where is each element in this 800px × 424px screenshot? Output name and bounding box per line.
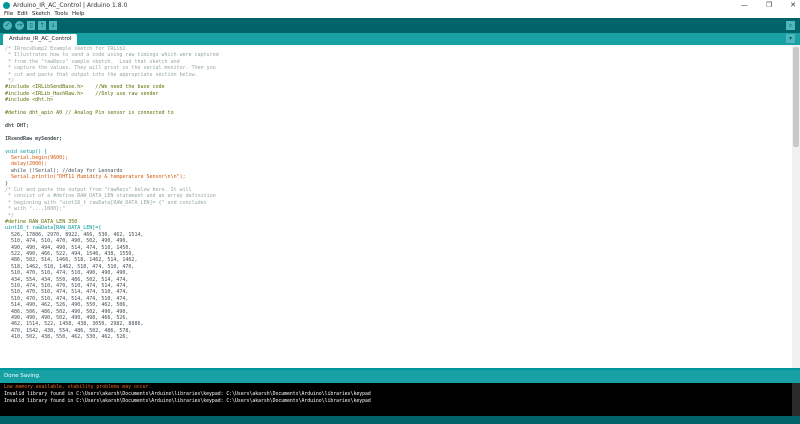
maximize-button[interactable]: ❐	[766, 1, 772, 9]
toolbar: ✓ → ▯ ↑ ↓	[0, 18, 800, 33]
new-sketch-button[interactable]: ▯	[27, 21, 35, 30]
menu-help[interactable]: Help	[72, 11, 85, 17]
verify-button[interactable]: ✓	[3, 21, 12, 30]
window-controls: — ❐ ✕	[741, 0, 796, 10]
code-editor[interactable]: /* IRrecvDump2 Example sketch for IRLib2…	[0, 45, 792, 368]
code-line[interactable]: 410, 502, 438, 550, 462, 530, 462, 526,	[5, 334, 792, 340]
tab-sketch[interactable]: Arduino_IR_AC_Control	[3, 34, 78, 45]
status-text: Done Saving.	[4, 373, 41, 379]
menu-edit[interactable]: Edit	[17, 11, 28, 17]
console-panel[interactable]: Low memory available, stability problems…	[0, 383, 792, 416]
arduino-logo-icon	[3, 1, 10, 9]
console-text: Low memory available, stability problems…	[0, 383, 792, 405]
menu-tools[interactable]: Tools	[54, 11, 68, 17]
serial-monitor-button[interactable]: ⌕	[786, 21, 795, 30]
console-line: Invalid library found in C:\Users\akarsh…	[4, 399, 371, 404]
menu-file[interactable]: File	[4, 11, 13, 17]
editor-scrollbar[interactable]	[792, 45, 800, 368]
console-scrollbar[interactable]	[792, 383, 800, 416]
close-button[interactable]: ✕	[790, 1, 796, 9]
window-title: Arduino_IR_AC_Control | Arduino 1.8.0	[13, 1, 128, 9]
console-line: Invalid library found in C:\Users\akarsh…	[4, 392, 371, 397]
code-text[interactable]: /* IRrecvDump2 Example sketch for IRLib2…	[0, 45, 792, 341]
status-bar: Done Saving.	[0, 370, 800, 383]
editor-scroll-thumb[interactable]	[793, 47, 799, 147]
bottom-bar	[0, 416, 800, 424]
title-bar: Arduino_IR_AC_Control | Arduino 1.8.0 — …	[0, 0, 800, 10]
tab-menu-button[interactable]: ▾	[786, 34, 795, 43]
upload-button[interactable]: →	[15, 21, 24, 30]
open-sketch-button[interactable]: ↑	[38, 21, 46, 30]
menu-bar: File Edit Sketch Tools Help	[0, 10, 800, 18]
tab-bar: Arduino_IR_AC_Control	[0, 33, 800, 45]
minimize-button[interactable]: —	[741, 1, 748, 9]
menu-sketch[interactable]: Sketch	[32, 11, 51, 17]
console-line: Low memory available, stability problems…	[4, 385, 152, 390]
save-sketch-button[interactable]: ↓	[49, 21, 57, 30]
